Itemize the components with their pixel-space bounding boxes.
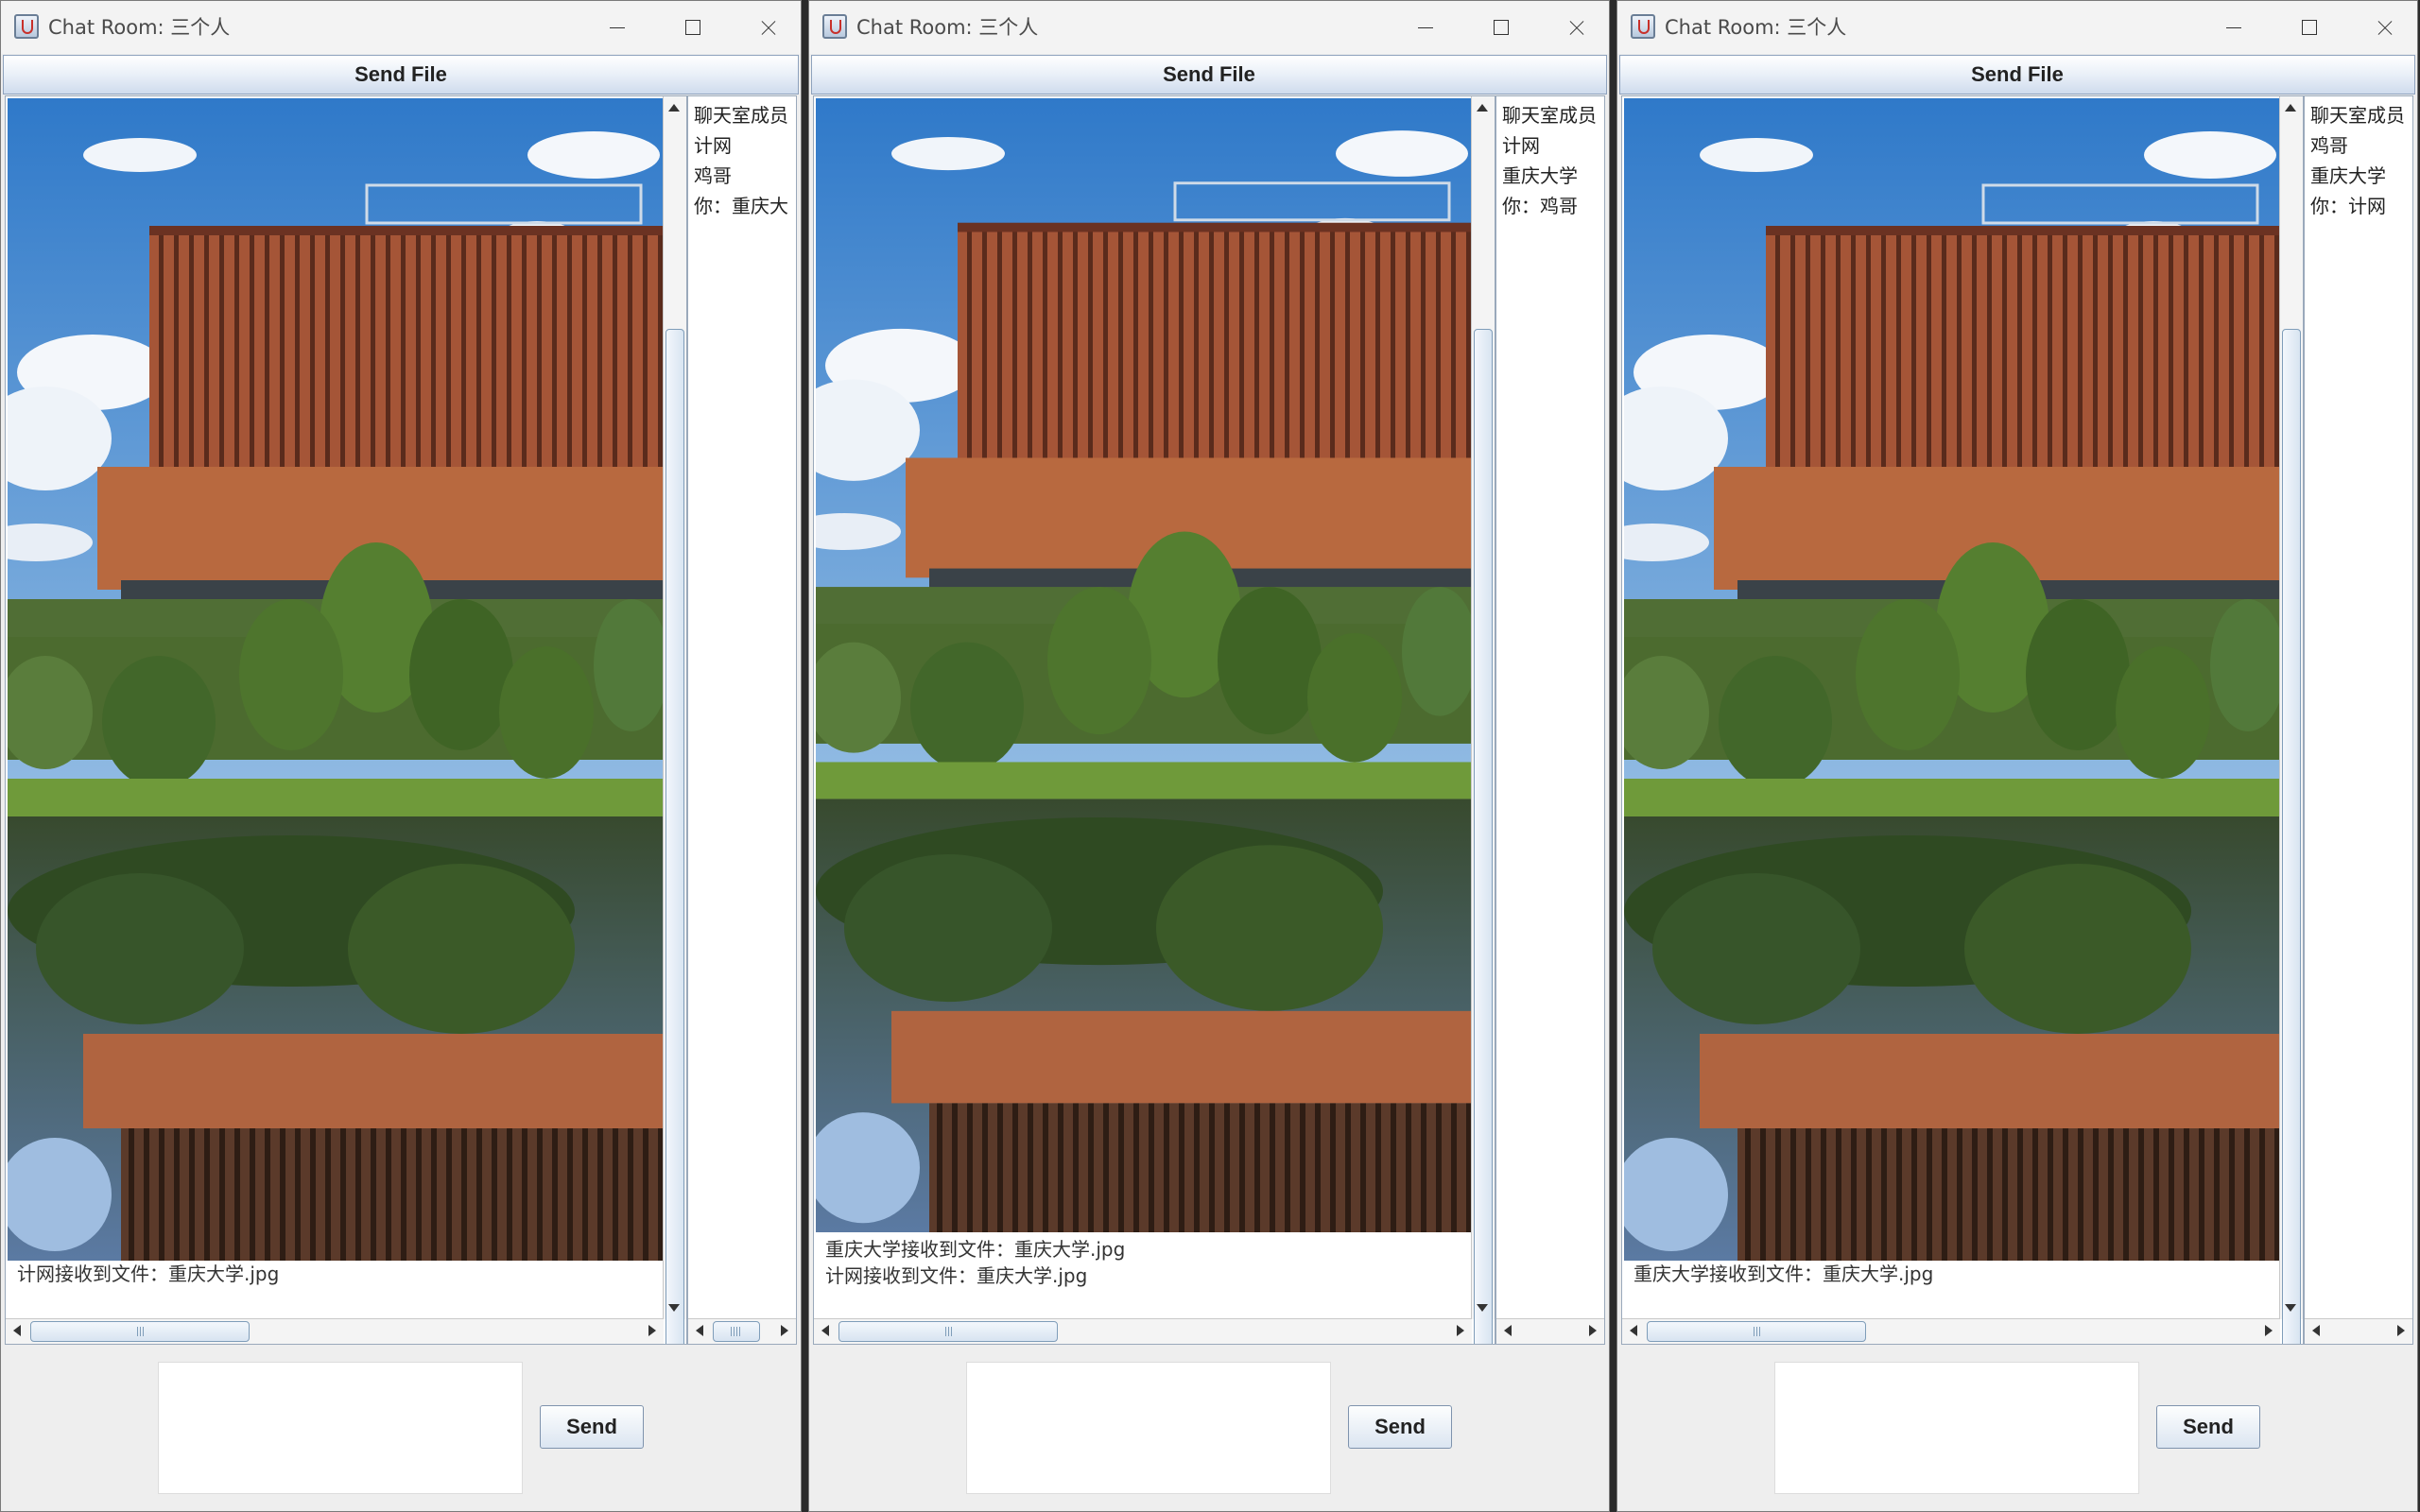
chat-window: Chat Room: 三个人 Send File [1616,0,2418,1512]
campus-photo [8,98,664,1261]
chat-messages: 计网接收到文件：重庆大学.jpg [17,1261,279,1287]
member-item[interactable]: 你：重庆大 [694,191,788,218]
grip-icon [731,1327,740,1336]
members-list[interactable]: 聊天室成员鸡哥重庆大学你：计网 [2304,95,2413,1345]
scroll-left-arrow-icon[interactable] [2312,1325,2320,1336]
grip-icon [137,1327,145,1336]
scroll-left-arrow-icon[interactable] [1504,1325,1512,1336]
window-title: Chat Room: 三个人 [856,16,1039,39]
scroll-right-arrow-icon[interactable] [2265,1325,2273,1336]
scroll-left-arrow-icon[interactable] [1630,1325,1637,1336]
window-title: Chat Room: 三个人 [48,16,231,39]
chat-vertical-scrollbar[interactable] [663,96,686,1344]
chat-vertical-scrollbar[interactable] [1471,96,1495,1344]
campus-photo-image [8,98,664,1261]
close-icon[interactable] [2357,9,2413,46]
maximize-icon[interactable] [1473,9,1530,46]
chat-message-line: 计网接收到文件：重庆大学.jpg [825,1264,1088,1287]
campus-photo [816,98,1472,1232]
close-icon[interactable] [740,9,797,46]
chat-message-line: 重庆大学接收到文件：重庆大学.jpg [825,1238,1126,1261]
chat-horizontal-scroll-thumb[interactable] [838,1321,1058,1342]
scroll-right-arrow-icon[interactable] [781,1325,788,1336]
send-file-button[interactable]: Send File [811,55,1607,94]
message-input[interactable] [1774,1362,2139,1494]
scroll-down-arrow-icon[interactable] [668,1304,680,1312]
chat-horizontal-scrollbar[interactable] [814,1318,1472,1344]
scroll-down-arrow-icon[interactable] [1477,1304,1488,1312]
member-item[interactable]: 鸡哥 [2310,130,2348,158]
message-input[interactable] [966,1362,1331,1494]
close-icon[interactable] [1548,9,1605,46]
chat-messages: 重庆大学接收到文件：重庆大学.jpg [1634,1261,1933,1287]
members-header: 聊天室成员 [2310,104,2405,127]
minimize-icon[interactable] [2205,9,2262,46]
send-button[interactable]: Send [1348,1405,1452,1449]
scroll-up-arrow-icon[interactable] [2285,104,2296,112]
send-button[interactable]: Send [540,1405,644,1449]
member-item[interactable]: 重庆大学 [2310,161,2386,188]
campus-photo [1624,98,2280,1261]
chat-vertical-scroll-thumb[interactable] [2282,329,2301,1344]
members-header: 聊天室成员 [694,104,788,127]
chat-area[interactable]: 重庆大学接收到文件：重庆大学.jpg [1621,95,2304,1345]
members-list[interactable]: 聊天室成员计网鸡哥你：重庆大 [687,95,797,1345]
scroll-up-arrow-icon[interactable] [1477,104,1488,112]
scroll-right-arrow-icon[interactable] [648,1325,656,1336]
chat-horizontal-scrollbar[interactable] [6,1318,664,1344]
campus-photo-image [816,98,1472,1232]
members-horizontal-scrollbar[interactable] [2305,1318,2412,1344]
chat-vertical-scroll-thumb[interactable] [666,329,684,1344]
chat-area[interactable]: 计网接收到文件：重庆大学.jpg [5,95,687,1345]
chat-horizontal-scrollbar[interactable] [1622,1318,2280,1344]
grip-icon [945,1327,953,1336]
chat-vertical-scrollbar[interactable] [2279,96,2303,1344]
scroll-left-arrow-icon[interactable] [13,1325,21,1336]
scroll-right-arrow-icon[interactable] [1589,1325,1597,1336]
title-bar[interactable]: Chat Room: 三个人 [809,1,1609,54]
members-list[interactable]: 聊天室成员计网重庆大学你：鸡哥 [1495,95,1605,1345]
chat-messages: 重庆大学接收到文件：重庆大学.jpg 计网接收到文件：重庆大学.jpg [825,1236,1125,1289]
grip-icon [1754,1327,1761,1336]
scroll-left-arrow-icon[interactable] [696,1325,703,1336]
chat-horizontal-scroll-thumb[interactable] [30,1321,250,1342]
send-file-button[interactable]: Send File [3,55,799,94]
maximize-icon[interactable] [665,9,721,46]
scroll-up-arrow-icon[interactable] [668,104,680,112]
chat-vertical-scroll-thumb[interactable] [1474,329,1493,1344]
title-bar[interactable]: Chat Room: 三个人 [1,1,801,54]
chat-message-line: 计网接收到文件：重庆大学.jpg [17,1263,280,1285]
members-header: 聊天室成员 [1502,104,1597,127]
title-bar[interactable]: Chat Room: 三个人 [1617,1,2417,54]
members-horizontal-scrollbar[interactable] [1496,1318,1604,1344]
java-cup-icon [1631,14,1655,39]
scroll-down-arrow-icon[interactable] [2285,1304,2296,1312]
chat-window: Chat Room: 三个人 Send File [0,0,802,1512]
chat-window: Chat Room: 三个人 Send File [808,0,1610,1512]
member-item[interactable]: 重庆大学 [1502,161,1578,188]
chat-message-line: 重庆大学接收到文件：重庆大学.jpg [1634,1263,1934,1285]
chat-area[interactable]: 重庆大学接收到文件：重庆大学.jpg 计网接收到文件：重庆大学.jpg [813,95,1495,1345]
member-item[interactable]: 你：计网 [2310,191,2386,218]
member-item[interactable]: 你：鸡哥 [1502,191,1578,218]
message-input[interactable] [158,1362,523,1494]
scroll-left-arrow-icon[interactable] [821,1325,829,1336]
chat-horizontal-scroll-thumb[interactable] [1647,1321,1866,1342]
java-cup-icon [822,14,847,39]
maximize-icon[interactable] [2281,9,2338,46]
scroll-right-arrow-icon[interactable] [2397,1325,2405,1336]
java-cup-icon [14,14,39,39]
members-horizontal-scroll-thumb[interactable] [713,1321,760,1342]
send-file-button[interactable]: Send File [1619,55,2415,94]
campus-photo-image [1624,98,2280,1261]
member-item[interactable]: 计网 [694,130,732,158]
member-item[interactable]: 计网 [1502,130,1540,158]
minimize-icon[interactable] [1397,9,1454,46]
send-button[interactable]: Send [2156,1405,2260,1449]
scroll-right-arrow-icon[interactable] [1457,1325,1464,1336]
window-title: Chat Room: 三个人 [1665,16,1847,39]
members-horizontal-scrollbar[interactable] [688,1318,796,1344]
minimize-icon[interactable] [589,9,646,46]
member-item[interactable]: 鸡哥 [694,161,732,188]
